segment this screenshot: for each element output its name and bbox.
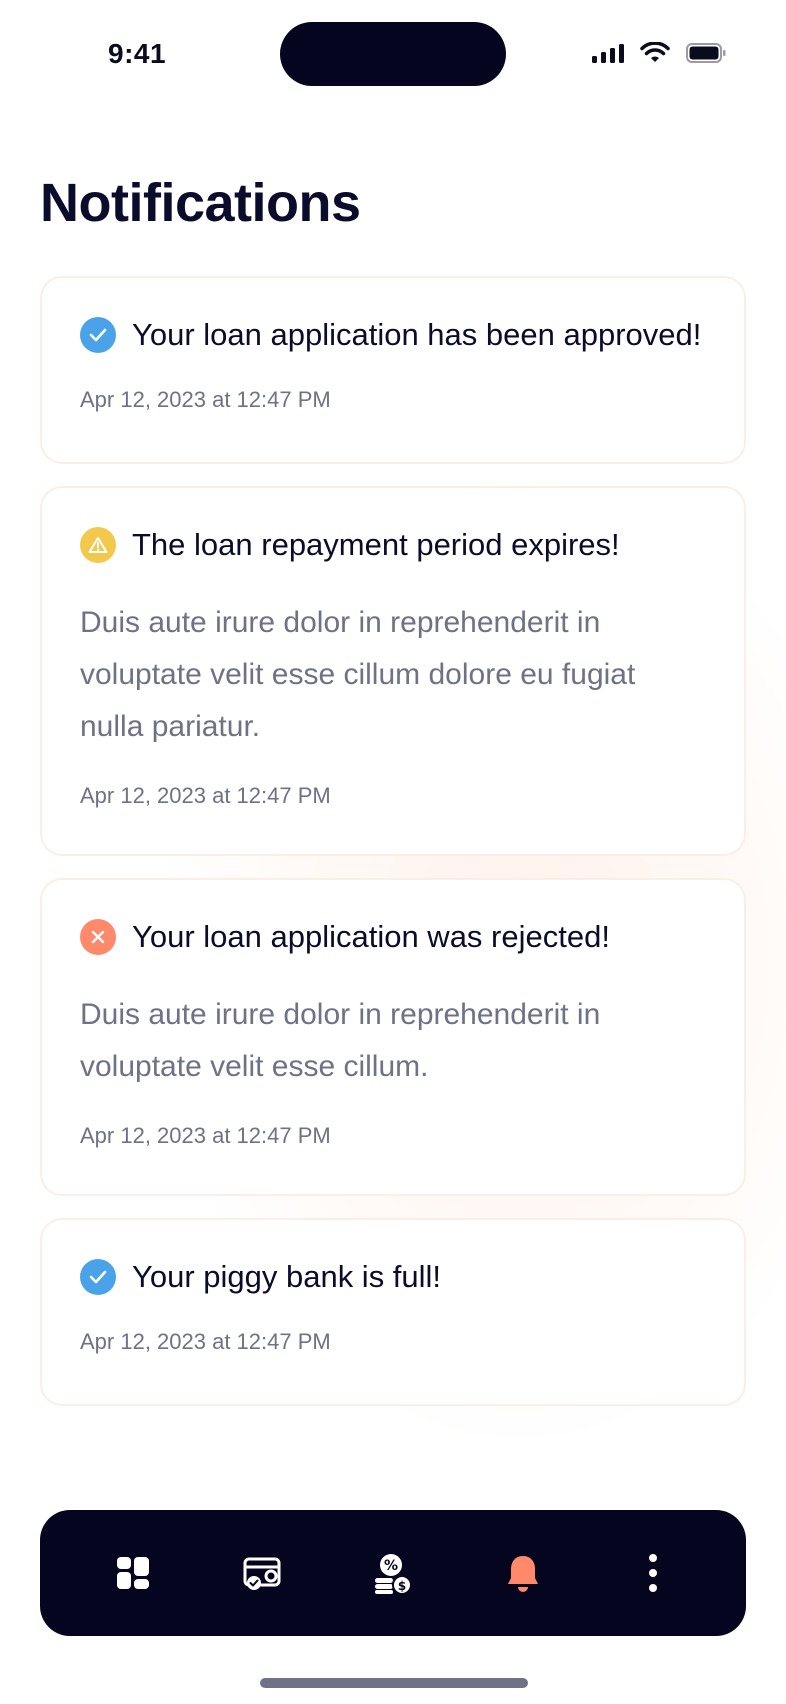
check-circle-icon — [80, 1258, 116, 1295]
notification-header: Your loan application has been approved! — [80, 316, 706, 353]
notification-timestamp: Apr 12, 2023 at 12:47 PM — [80, 1329, 331, 1355]
cellular-signal-icon — [592, 43, 624, 63]
svg-text:%: % — [384, 1558, 398, 1574]
notification-title: Your loan application has been approved! — [132, 317, 702, 352]
notification-header: Your piggy bank is full! — [80, 1258, 706, 1295]
notification-timestamp: Apr 12, 2023 at 12:47 PM — [80, 783, 331, 809]
more-vertical-icon — [649, 1554, 657, 1592]
notification-timestamp: Apr 12, 2023 at 12:47 PM — [80, 1123, 331, 1149]
status-icons — [592, 42, 726, 64]
nav-notifications[interactable] — [488, 1538, 558, 1608]
wallet-card-icon — [243, 1557, 281, 1590]
notification-title: Your loan application was rejected! — [132, 919, 610, 954]
check-circle-icon — [80, 316, 116, 353]
notification-body: Duis aute irure dolor in reprehenderit i… — [80, 998, 601, 1084]
home-indicator[interactable] — [260, 1678, 528, 1688]
notification-header: The loan repayment period expires! — [80, 526, 706, 563]
notification-card[interactable]: Your loan application has been approved!… — [40, 276, 746, 464]
notification-title: Your piggy bank is full! — [132, 1259, 442, 1294]
dynamic-island — [280, 22, 506, 86]
bottom-nav: % $ — [40, 1510, 746, 1636]
warning-triangle-icon — [80, 526, 116, 563]
notification-body: Duis aute irure dolor in reprehenderit i… — [80, 606, 636, 744]
coins-percent-icon: % $ — [375, 1554, 412, 1594]
notification-title: The loan repayment period expires! — [132, 527, 620, 562]
bell-icon — [508, 1556, 538, 1592]
svg-text:$: $ — [398, 1579, 406, 1593]
page-title: Notifications — [40, 173, 361, 233]
notification-card[interactable]: The loan repayment period expires! Duis … — [40, 486, 746, 856]
close-circle-icon — [80, 918, 116, 955]
notification-list: Your loan application has been approved!… — [40, 276, 746, 1428]
nav-wallet[interactable] — [228, 1538, 298, 1608]
nav-more[interactable] — [618, 1538, 688, 1608]
nav-dashboard[interactable] — [98, 1538, 168, 1608]
status-bar: 9:41 — [0, 0, 786, 110]
battery-icon — [686, 43, 726, 63]
notification-card[interactable]: Your loan application was rejected! Duis… — [40, 878, 746, 1196]
notification-timestamp: Apr 12, 2023 at 12:47 PM — [80, 387, 331, 413]
nav-loans[interactable]: % $ — [358, 1538, 428, 1608]
wifi-icon — [640, 42, 670, 62]
notification-header: Your loan application was rejected! — [80, 918, 706, 955]
notification-card[interactable]: Your piggy bank is full! Apr 12, 2023 at… — [40, 1218, 746, 1406]
dashboard-icon — [117, 1557, 149, 1589]
status-time: 9:41 — [108, 38, 167, 69]
